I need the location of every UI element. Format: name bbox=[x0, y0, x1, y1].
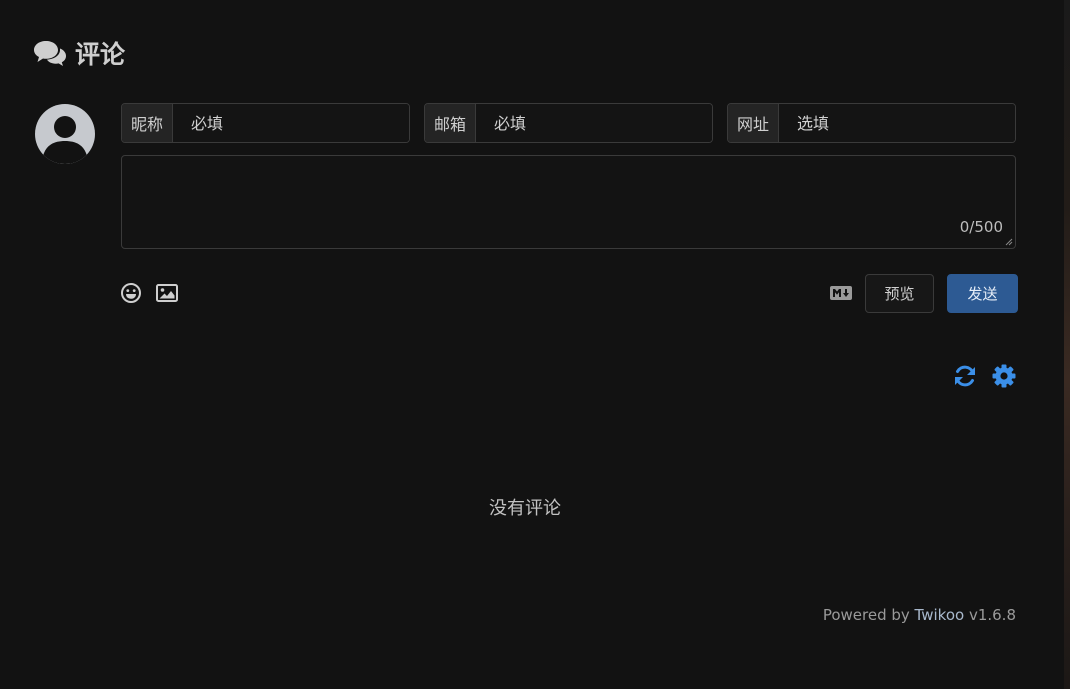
markdown-icon[interactable] bbox=[830, 286, 852, 300]
empty-comments-message: 没有评论 bbox=[489, 498, 561, 519]
emoji-icon[interactable] bbox=[120, 282, 142, 304]
link-label: 网址 bbox=[728, 104, 779, 142]
preview-button[interactable]: 预览 bbox=[865, 274, 934, 313]
comment-meta-row: 昵称 邮箱 网址 bbox=[121, 103, 1016, 143]
settings-icon[interactable] bbox=[992, 364, 1016, 388]
powered-by-footer: Powered by Twikoo v1.6.8 bbox=[823, 606, 1016, 624]
nick-label: 昵称 bbox=[122, 104, 173, 142]
footer-prefix: Powered by bbox=[822, 606, 910, 624]
user-icon bbox=[43, 116, 87, 164]
mail-field: 邮箱 bbox=[424, 103, 713, 143]
send-button[interactable]: 发送 bbox=[947, 274, 1018, 313]
refresh-icon[interactable] bbox=[953, 364, 977, 388]
nick-field: 昵称 bbox=[121, 103, 410, 143]
page-edge-strip bbox=[1064, 0, 1070, 689]
mail-label: 邮箱 bbox=[425, 104, 476, 142]
comments-icon bbox=[33, 40, 67, 66]
footer-version: v1.6.8 bbox=[968, 606, 1016, 624]
nick-input[interactable] bbox=[173, 104, 409, 142]
avatar bbox=[35, 104, 95, 164]
page-title: 评论 bbox=[75, 40, 126, 69]
link-field: 网址 bbox=[727, 103, 1016, 143]
link-input[interactable] bbox=[779, 104, 1015, 142]
twikoo-link[interactable]: Twikoo bbox=[915, 606, 965, 624]
comments-header: 评论 bbox=[33, 36, 125, 70]
char-counter: 0/500 bbox=[959, 218, 1003, 236]
image-upload-icon[interactable] bbox=[156, 282, 178, 304]
resize-handle-icon[interactable] bbox=[1005, 238, 1013, 246]
comment-textarea[interactable]: 0/500 bbox=[121, 155, 1016, 249]
mail-input[interactable] bbox=[476, 104, 712, 142]
